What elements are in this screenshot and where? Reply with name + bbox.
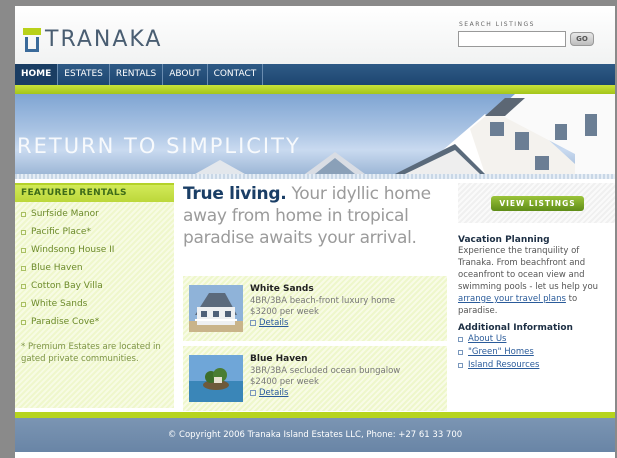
info-link-island-resources[interactable]: Island Resources: [458, 359, 615, 372]
vacation-body: Experience the tranquility of Tranaka. F…: [458, 246, 599, 292]
details-link-label: Details: [259, 388, 289, 398]
banner-tagline: RETURN TO SIMPLICITY: [17, 134, 301, 158]
bullet-icon: [21, 229, 26, 235]
page-headline: True living. Your idyllic home away from…: [183, 183, 447, 249]
view-listings-button[interactable]: VIEW LISTINGS: [491, 196, 584, 211]
listing-price: $3200 per week: [250, 307, 319, 317]
view-listings-panel: VIEW LISTINGS: [458, 183, 615, 223]
details-link[interactable]: Details: [250, 388, 288, 398]
right-column: VIEW LISTINGS Vacation Planning Experien…: [458, 183, 615, 372]
bullet-icon: [21, 247, 26, 253]
logo-text: TRANAKA: [45, 27, 163, 52]
go-button[interactable]: GO: [570, 32, 594, 46]
info-link-label[interactable]: Island Resources: [468, 359, 539, 372]
sidebar-heading: FEATURED RENTALS: [15, 185, 174, 202]
bullet-icon: [21, 265, 26, 271]
featured-rentals-list: Surfside Manor Pacific Place* Windsong H…: [15, 205, 174, 331]
banner-divider: [15, 174, 615, 179]
link-icon: [458, 350, 463, 355]
logo-mark-icon: [23, 28, 41, 52]
sidebar-item-pacific-place[interactable]: Pacific Place*: [21, 223, 174, 241]
sidebar-item-label: Blue Haven: [31, 263, 83, 273]
page: TRANAKA SEARCH LISTINGS GO HOME ESTATES …: [15, 6, 615, 458]
headline-strong: True living.: [183, 184, 287, 204]
premium-note: * Premium Estates are located in gated p…: [21, 342, 161, 364]
sidebar-item-blue-haven[interactable]: Blue Haven: [21, 259, 174, 277]
travel-plans-link[interactable]: arrange your travel plans: [458, 294, 566, 304]
vacation-heading: Vacation Planning: [458, 235, 550, 245]
sidebar-item-paradise-cove[interactable]: Paradise Cove*: [21, 313, 174, 331]
info-heading: Additional Information: [458, 323, 573, 333]
bullet-icon: [21, 301, 26, 307]
listing-title[interactable]: Blue Haven: [250, 354, 308, 364]
header: TRANAKA SEARCH LISTINGS GO: [15, 6, 615, 64]
sidebar-item-label: White Sands: [31, 299, 88, 309]
listing-card: Blue Haven 3BR/3BA secluded ocean bungal…: [183, 346, 447, 411]
sidebar-item-label: Surfside Manor: [31, 209, 99, 219]
bullet-icon: [21, 283, 26, 289]
white-sands-photo: [189, 285, 243, 332]
sidebar-item-label: Cotton Bay Villa: [31, 281, 103, 291]
main-nav: HOME ESTATES RENTALS ABOUT CONTACT: [15, 64, 615, 85]
footer: © Copyright 2006 Tranaka Island Estates …: [15, 418, 615, 452]
featured-rentals-sidebar: FEATURED RENTALS Surfside Manor Pacific …: [15, 183, 174, 408]
nav-item-about[interactable]: ABOUT: [163, 64, 208, 85]
nav-item-contact[interactable]: CONTACT: [208, 64, 264, 85]
nav-item-home[interactable]: HOME: [15, 64, 59, 85]
sidebar-item-windsong-house[interactable]: Windsong House II: [21, 241, 174, 259]
listing-description: 3BR/3BA secluded ocean bungalow: [250, 366, 401, 376]
link-icon: [458, 363, 463, 368]
info-links: About Us "Green" Homes Island Resources: [458, 333, 615, 372]
bullet-icon: [21, 319, 26, 325]
sidebar-item-surfside-manor[interactable]: Surfside Manor: [21, 205, 174, 223]
info-link-about-us[interactable]: About Us: [458, 333, 615, 346]
search-label: SEARCH LISTINGS: [459, 21, 535, 28]
listing-price: $2400 per week: [250, 377, 319, 387]
details-link[interactable]: Details: [250, 318, 288, 328]
nav-item-estates[interactable]: ESTATES: [58, 64, 110, 85]
sidebar-item-label: Windsong House II: [31, 245, 115, 255]
nav-item-rentals[interactable]: RENTALS: [110, 64, 164, 85]
listing-title[interactable]: White Sands: [250, 284, 314, 294]
hero-banner: RETURN TO SIMPLICITY: [15, 94, 615, 174]
link-icon: [458, 337, 463, 342]
sidebar-item-label: Pacific Place*: [31, 227, 91, 237]
bullet-icon: [21, 211, 26, 217]
details-link-label: Details: [259, 318, 289, 328]
accent-bar: [15, 85, 615, 94]
sidebar-item-cotton-bay-villa[interactable]: Cotton Bay Villa: [21, 277, 174, 295]
info-link-label[interactable]: "Green" Homes: [468, 346, 534, 359]
search-input[interactable]: [458, 31, 566, 47]
logo[interactable]: TRANAKA: [23, 20, 162, 52]
vacation-text: Experience the tranquility of Tranaka. F…: [458, 245, 615, 317]
listing-description: 4BR/3BA beach-front luxury home: [250, 296, 396, 306]
details-icon: [250, 390, 256, 396]
sidebar-item-label: Paradise Cove*: [31, 317, 100, 327]
blue-haven-photo: [189, 355, 243, 402]
listing-card: White Sands 4BR/3BA beach-front luxury h…: [183, 276, 447, 341]
details-icon: [250, 320, 256, 326]
info-link-label[interactable]: About Us: [468, 333, 506, 346]
sidebar-item-white-sands[interactable]: White Sands: [21, 295, 174, 313]
info-link-green-homes[interactable]: "Green" Homes: [458, 346, 615, 359]
main-content: True living. Your idyllic home away from…: [183, 183, 447, 411]
